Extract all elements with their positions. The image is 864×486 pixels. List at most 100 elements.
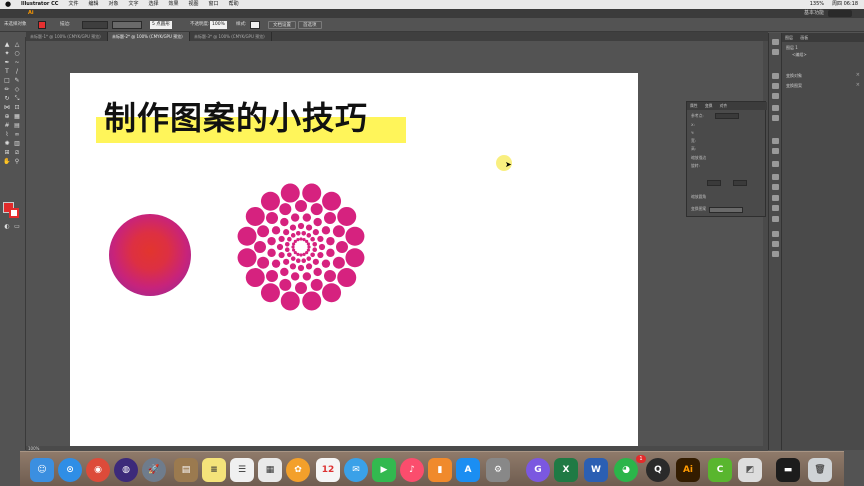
- pattern-dot[interactable]: [299, 253, 303, 257]
- pattern-dot[interactable]: [321, 259, 331, 268]
- close-icon[interactable]: ×: [856, 82, 860, 88]
- direct-selection-tool-icon[interactable]: △: [13, 41, 21, 48]
- brush-definition[interactable]: 5 点圆形: [150, 21, 172, 29]
- pattern-dot[interactable]: [245, 268, 265, 288]
- shape-builder-icon[interactable]: ⊕: [3, 113, 11, 120]
- width-tool-icon[interactable]: ⋈: [3, 104, 11, 111]
- transform-objects-option[interactable]: 变换对象: [786, 73, 802, 79]
- pattern-dot[interactable]: [306, 233, 312, 238]
- screen-mode-icon[interactable]: ▭: [13, 223, 21, 230]
- transparency-panel-icon[interactable]: [772, 161, 779, 167]
- panel-tab-align[interactable]: 对齐: [717, 103, 731, 108]
- chrome-icon[interactable]: ◉: [86, 458, 110, 482]
- pattern-dot[interactable]: [301, 230, 307, 236]
- pattern-dot[interactable]: [296, 238, 300, 242]
- pattern-dot[interactable]: [305, 239, 309, 243]
- pattern-dot[interactable]: [301, 258, 307, 264]
- pattern-dot[interactable]: [267, 236, 276, 246]
- opacity-field[interactable]: 100%: [210, 21, 227, 29]
- launchpad-icon[interactable]: 🚀: [142, 458, 166, 482]
- pattern-dot[interactable]: [295, 258, 301, 264]
- menu-type[interactable]: 文字: [123, 0, 143, 9]
- pattern-dot[interactable]: [302, 213, 312, 222]
- align-panel-icon[interactable]: [772, 174, 779, 180]
- apple-icon[interactable]: ●: [5, 0, 11, 9]
- pattern-dot[interactable]: [280, 183, 300, 203]
- pathfinder-panel-icon[interactable]: [772, 184, 779, 190]
- pattern-dot[interactable]: [305, 263, 313, 270]
- radial-dot-pattern[interactable]: [235, 181, 367, 313]
- pattern-dot[interactable]: [293, 251, 297, 255]
- paintbrush-icon[interactable]: ✎: [13, 77, 21, 84]
- eraser-icon[interactable]: ◇: [13, 86, 21, 93]
- pattern-dot[interactable]: [245, 206, 265, 226]
- pattern-dot[interactable]: [299, 237, 303, 241]
- mesh-tool-icon[interactable]: #: [3, 122, 11, 129]
- books-icon[interactable]: ▮: [428, 458, 452, 482]
- preview-icon[interactable]: ◩: [738, 458, 762, 482]
- symbols-panel-icon[interactable]: [772, 83, 779, 89]
- safari-icon[interactable]: ⊙: [58, 458, 82, 482]
- paragraph-panel-icon[interactable]: [772, 205, 779, 211]
- camtasia-icon[interactable]: C: [708, 458, 732, 482]
- pattern-dot[interactable]: [287, 236, 292, 242]
- pattern-dot[interactable]: [237, 248, 257, 268]
- pattern-dot[interactable]: [267, 248, 276, 258]
- color-panel-icon[interactable]: [772, 39, 779, 45]
- quicktime-icon[interactable]: Q: [646, 458, 670, 482]
- pattern-dot[interactable]: [322, 191, 342, 211]
- slice-tool-icon[interactable]: ⧄: [13, 149, 21, 156]
- pattern-dot[interactable]: [290, 272, 300, 281]
- pattern-dot[interactable]: [306, 256, 312, 261]
- pattern-dot[interactable]: [336, 241, 348, 253]
- pattern-dot[interactable]: [310, 236, 315, 242]
- blend-tool-icon[interactable]: ∞: [13, 131, 21, 138]
- graphic-styles-icon[interactable]: [772, 93, 779, 99]
- menu-app-name[interactable]: Illustrator CC: [16, 0, 63, 9]
- pattern-dot[interactable]: [278, 251, 285, 259]
- transform-field-b[interactable]: [733, 180, 747, 186]
- pattern-dot[interactable]: [266, 212, 279, 225]
- rectangle-tool-icon[interactable]: □: [3, 77, 11, 84]
- pattern-dot[interactable]: [266, 269, 279, 282]
- pattern-dot[interactable]: [278, 235, 285, 243]
- pattern-dot[interactable]: [337, 206, 357, 226]
- pattern-dot[interactable]: [323, 212, 336, 225]
- pattern-dot[interactable]: [326, 236, 335, 246]
- pattern-dot[interactable]: [322, 283, 342, 303]
- pattern-dot[interactable]: [295, 230, 301, 236]
- pattern-dot[interactable]: [305, 224, 313, 231]
- pattern-dot[interactable]: [283, 229, 290, 236]
- selection-tool-icon[interactable]: ▲: [3, 41, 11, 48]
- photos-app-icon[interactable]: ✿: [286, 458, 310, 482]
- lasso-icon[interactable]: ○: [13, 50, 21, 57]
- links-panel-icon[interactable]: [772, 231, 779, 237]
- pattern-dot[interactable]: [254, 241, 266, 253]
- type-tool-icon[interactable]: T: [3, 68, 11, 75]
- app-store-icon[interactable]: A: [456, 458, 480, 482]
- pattern-dot[interactable]: [321, 226, 331, 235]
- transform-field-a[interactable]: [707, 180, 721, 186]
- pattern-dot[interactable]: [306, 248, 310, 252]
- pattern-dot[interactable]: [257, 225, 270, 238]
- document-tab-1[interactable]: 未标题-1* @ 100% (CMYK/GPU 预览): [26, 32, 108, 41]
- document-tab-2[interactable]: 未标题-2* @ 100% (CMYK/GPU 预览): [108, 32, 190, 41]
- battery-percent[interactable]: 135%: [810, 0, 824, 9]
- pattern-dot[interactable]: [332, 256, 345, 269]
- swatches-panel-icon[interactable]: [772, 49, 779, 55]
- panel-tab-layers[interactable]: 图层: [782, 35, 796, 40]
- menu-select[interactable]: 选择: [144, 0, 164, 9]
- menu-window[interactable]: 窗口: [204, 0, 224, 9]
- artboard-title[interactable]: 制作图案的小技巧: [104, 93, 368, 139]
- pattern-dot[interactable]: [302, 183, 322, 203]
- close-icon[interactable]: ×: [856, 72, 860, 78]
- layers-panel-icon[interactable]: [772, 115, 779, 121]
- menu-edit[interactable]: 编辑: [83, 0, 103, 9]
- pattern-dot[interactable]: [307, 245, 311, 249]
- zoom-tool-icon[interactable]: ⚲: [13, 158, 21, 165]
- photos-icon[interactable]: ▦: [258, 458, 282, 482]
- pattern-dot[interactable]: [306, 242, 310, 246]
- pattern-dot[interactable]: [280, 267, 289, 277]
- pattern-dot[interactable]: [337, 268, 357, 288]
- pattern-dot[interactable]: [260, 191, 280, 211]
